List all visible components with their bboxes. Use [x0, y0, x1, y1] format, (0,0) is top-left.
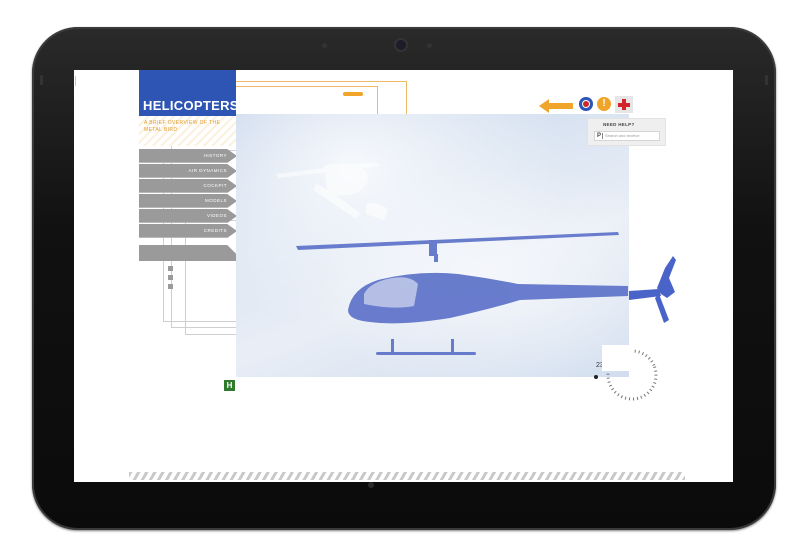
hero-image	[236, 114, 629, 377]
progress-pill	[343, 92, 363, 96]
back-arrow-icon[interactable]	[539, 99, 575, 113]
home-indicator	[368, 482, 374, 488]
side-button	[40, 75, 43, 85]
nav-item-models[interactable]: MODELS	[139, 194, 237, 208]
target-icon[interactable]	[579, 97, 593, 111]
sensor	[322, 43, 327, 48]
nav-item-credits[interactable]: CREDITS	[139, 224, 237, 238]
screen: HELICOPTERS A BRIEF OVERVIEW OF THE META…	[74, 70, 733, 482]
help-panel: NEED HELP? Search and receive	[587, 118, 666, 146]
position-dot	[594, 375, 598, 379]
nav-item-videos[interactable]: VIDEOS	[139, 209, 237, 223]
warning-icon[interactable]: !	[597, 97, 611, 111]
help-plus-icon[interactable]	[615, 96, 633, 113]
square-marker	[168, 266, 173, 271]
app-subtitle: A BRIEF OVERVIEW OF THE METAL BIRD	[144, 120, 221, 133]
main-nav: HISTORY AIR DYNAMICS COCKPIT MODELS VIDE…	[139, 149, 237, 239]
search-input[interactable]: Search and receive	[594, 131, 660, 141]
square-marker	[168, 275, 173, 280]
sensor	[427, 43, 432, 48]
h-badge[interactable]: H	[224, 380, 235, 391]
side-squares	[168, 266, 173, 293]
edge-mark	[75, 76, 76, 86]
help-label: NEED HELP?	[603, 122, 635, 127]
app-title: HELICOPTERS	[143, 98, 239, 113]
subtitle-box: A BRIEF OVERVIEW OF THE METAL BIRD	[139, 116, 236, 146]
helicopter-tail	[629, 256, 676, 323]
nav-item-air-dynamics[interactable]: AIR DYNAMICS	[139, 164, 237, 178]
footer-strip	[129, 472, 685, 480]
nav-item-history[interactable]: HISTORY	[139, 149, 237, 163]
nav-tail	[139, 245, 237, 261]
side-button	[765, 75, 768, 85]
square-marker	[168, 284, 173, 289]
front-camera	[396, 40, 406, 50]
compass-dial	[602, 345, 658, 401]
helicopter-scene	[276, 162, 628, 355]
nav-item-cockpit[interactable]: COCKPIT	[139, 179, 237, 193]
brand-header[interactable]: HELICOPTERS	[139, 70, 239, 116]
